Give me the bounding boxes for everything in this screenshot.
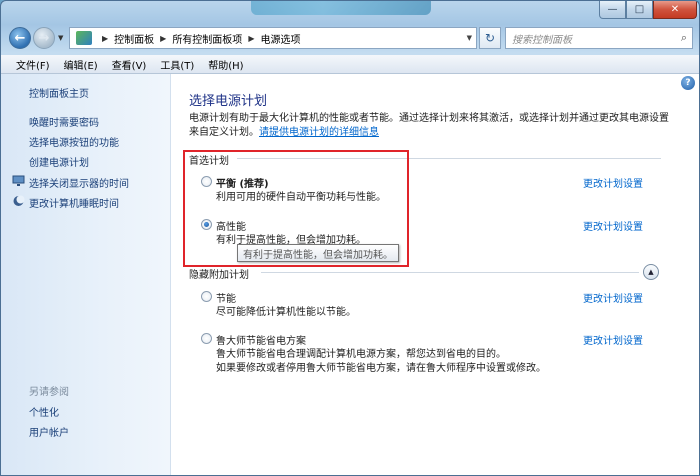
change-plan-settings-link[interactable]: 更改计划设置 xyxy=(583,175,643,190)
monitor-icon xyxy=(12,175,25,186)
radio-balanced[interactable] xyxy=(201,176,212,187)
chevron-right-icon[interactable]: ▶ xyxy=(248,34,254,43)
forward-button[interactable]: → xyxy=(33,27,55,49)
plan-details-link[interactable]: 请提供电源计划的详细信息 xyxy=(259,127,379,138)
change-plan-settings-link[interactable]: 更改计划设置 xyxy=(583,332,643,347)
menu-edit[interactable]: 编辑(E) xyxy=(57,57,105,72)
radio-high-performance[interactable] xyxy=(201,219,212,230)
see-also-heading: 另请参阅 xyxy=(29,387,69,398)
sidebar: 控制面板主页 唤醒时需要密码 选择电源按钮的功能 创建电源计划 选择关闭显示器的… xyxy=(1,74,171,475)
collapse-button[interactable]: ▲ xyxy=(643,264,659,280)
menu-bar: 文件(F) 编辑(E) 查看(V) 工具(T) 帮助(H) xyxy=(1,55,699,74)
chevron-down-icon[interactable]: ▼ xyxy=(467,34,472,42)
window-controls: — □ ✕ xyxy=(599,1,697,19)
radio-power-saver[interactable] xyxy=(201,291,212,302)
moon-icon xyxy=(13,195,25,206)
change-plan-settings-link[interactable]: 更改计划设置 xyxy=(583,290,643,305)
sidebar-item-display-off[interactable]: 选择关闭显示器的时间 xyxy=(29,175,129,190)
plan-description: 尽可能降低计算机性能以节能。 xyxy=(216,307,356,318)
recent-pages-dropdown-icon[interactable]: ▼ xyxy=(58,34,63,42)
search-icon[interactable]: ⌕ xyxy=(681,31,687,45)
breadcrumb-control-panel[interactable]: 控制面板 xyxy=(114,31,154,46)
plan-description: 利用可用的硬件自动平衡功耗与性能。 xyxy=(216,192,386,203)
sidebar-item-power-buttons[interactable]: 选择电源按钮的功能 xyxy=(29,134,119,149)
control-panel-window: — □ ✕ ← → ▼ ▶ 控制面板 ▶ 所有控制面板项 ▶ 电源选项 ▼ ↻ xyxy=(0,0,700,476)
control-panel-icon xyxy=(76,31,92,45)
close-button[interactable]: ✕ xyxy=(653,1,697,19)
chevron-up-icon: ▲ xyxy=(648,268,654,276)
address-row: ← → ▼ ▶ 控制面板 ▶ 所有控制面板项 ▶ 电源选项 ▼ ↻ 搜索控制面板… xyxy=(1,23,699,55)
desktop-background-strip xyxy=(251,1,431,15)
group-divider xyxy=(261,272,639,273)
address-bar[interactable]: ▶ 控制面板 ▶ 所有控制面板项 ▶ 电源选项 ▼ xyxy=(69,27,477,49)
sidebar-item-wake-password[interactable]: 唤醒时需要密码 xyxy=(29,114,99,129)
title-bar: — □ ✕ xyxy=(1,1,699,23)
description-prefix: 来自定义计划。 xyxy=(189,127,259,138)
plan-name[interactable]: 节能 xyxy=(216,290,236,305)
main-content: ? 选择电源计划 电源计划有助于最大化计算机的性能或者节能。通过选择计划来将其激… xyxy=(171,74,699,475)
description-line-1: 电源计划有助于最大化计算机的性能或者节能。通过选择计划来将其激活，或选择计划并通… xyxy=(189,113,669,124)
plan-description: 鲁大师节能省电合理调配计算机电源方案，帮您达到省电的目的。 xyxy=(216,349,506,360)
arrow-right-icon: → xyxy=(38,30,50,46)
breadcrumb-all-items[interactable]: 所有控制面板项 xyxy=(172,31,242,46)
page-description: 电源计划有助于最大化计算机的性能或者节能。通过选择计划来将其激活，或选择计划并通… xyxy=(189,112,669,140)
sidebar-home-link[interactable]: 控制面板主页 xyxy=(29,85,89,100)
plan-description-2: 如果要修改或者停用鲁大师节能省电方案，请在鲁大师程序中设置或修改。 xyxy=(216,363,546,374)
menu-view[interactable]: 查看(V) xyxy=(105,57,154,72)
search-input[interactable]: 搜索控制面板 ⌕ xyxy=(505,27,693,49)
hidden-plans-label: 隐藏附加计划 xyxy=(189,270,249,281)
maximize-button[interactable]: □ xyxy=(626,1,653,19)
page-title: 选择电源计划 xyxy=(189,94,268,109)
help-button[interactable]: ? xyxy=(681,76,695,90)
sidebar-item-create-plan[interactable]: 创建电源计划 xyxy=(29,154,89,169)
plan-name[interactable]: 平衡 (推荐) xyxy=(216,175,269,190)
plan-name[interactable]: 高性能 xyxy=(216,218,246,233)
menu-tools[interactable]: 工具(T) xyxy=(153,57,201,72)
help-icon: ? xyxy=(685,78,691,88)
breadcrumb-power-options[interactable]: 电源选项 xyxy=(260,31,300,46)
sidebar-item-sleep-time[interactable]: 更改计算机睡眠时间 xyxy=(29,195,119,210)
search-placeholder: 搜索控制面板 xyxy=(512,34,572,46)
refresh-button[interactable]: ↻ xyxy=(479,27,501,49)
change-plan-settings-link[interactable]: 更改计划设置 xyxy=(583,218,643,233)
breadcrumb: ▶ 控制面板 ▶ 所有控制面板项 ▶ 电源选项 xyxy=(96,31,300,46)
sidebar-item-personalization[interactable]: 个性化 xyxy=(29,404,59,419)
refresh-icon: ↻ xyxy=(484,31,496,45)
back-button[interactable]: ← xyxy=(9,27,31,49)
radio-ludashi[interactable] xyxy=(201,333,212,344)
minimize-button[interactable]: — xyxy=(599,1,626,19)
plan-name[interactable]: 鲁大师节能省电方案 xyxy=(216,332,306,347)
chevron-right-icon[interactable]: ▶ xyxy=(160,34,166,43)
arrow-left-icon: ← xyxy=(14,30,26,46)
tooltip: 有利于提高性能，但会增加功耗。 xyxy=(237,244,399,262)
chevron-right-icon[interactable]: ▶ xyxy=(102,34,108,43)
menu-help[interactable]: 帮助(H) xyxy=(201,57,250,72)
menu-file[interactable]: 文件(F) xyxy=(9,57,57,72)
description-line-2: 来自定义计划。请提供电源计划的详细信息 xyxy=(189,126,669,140)
sidebar-item-user-accounts[interactable]: 用户帐户 xyxy=(29,424,69,439)
